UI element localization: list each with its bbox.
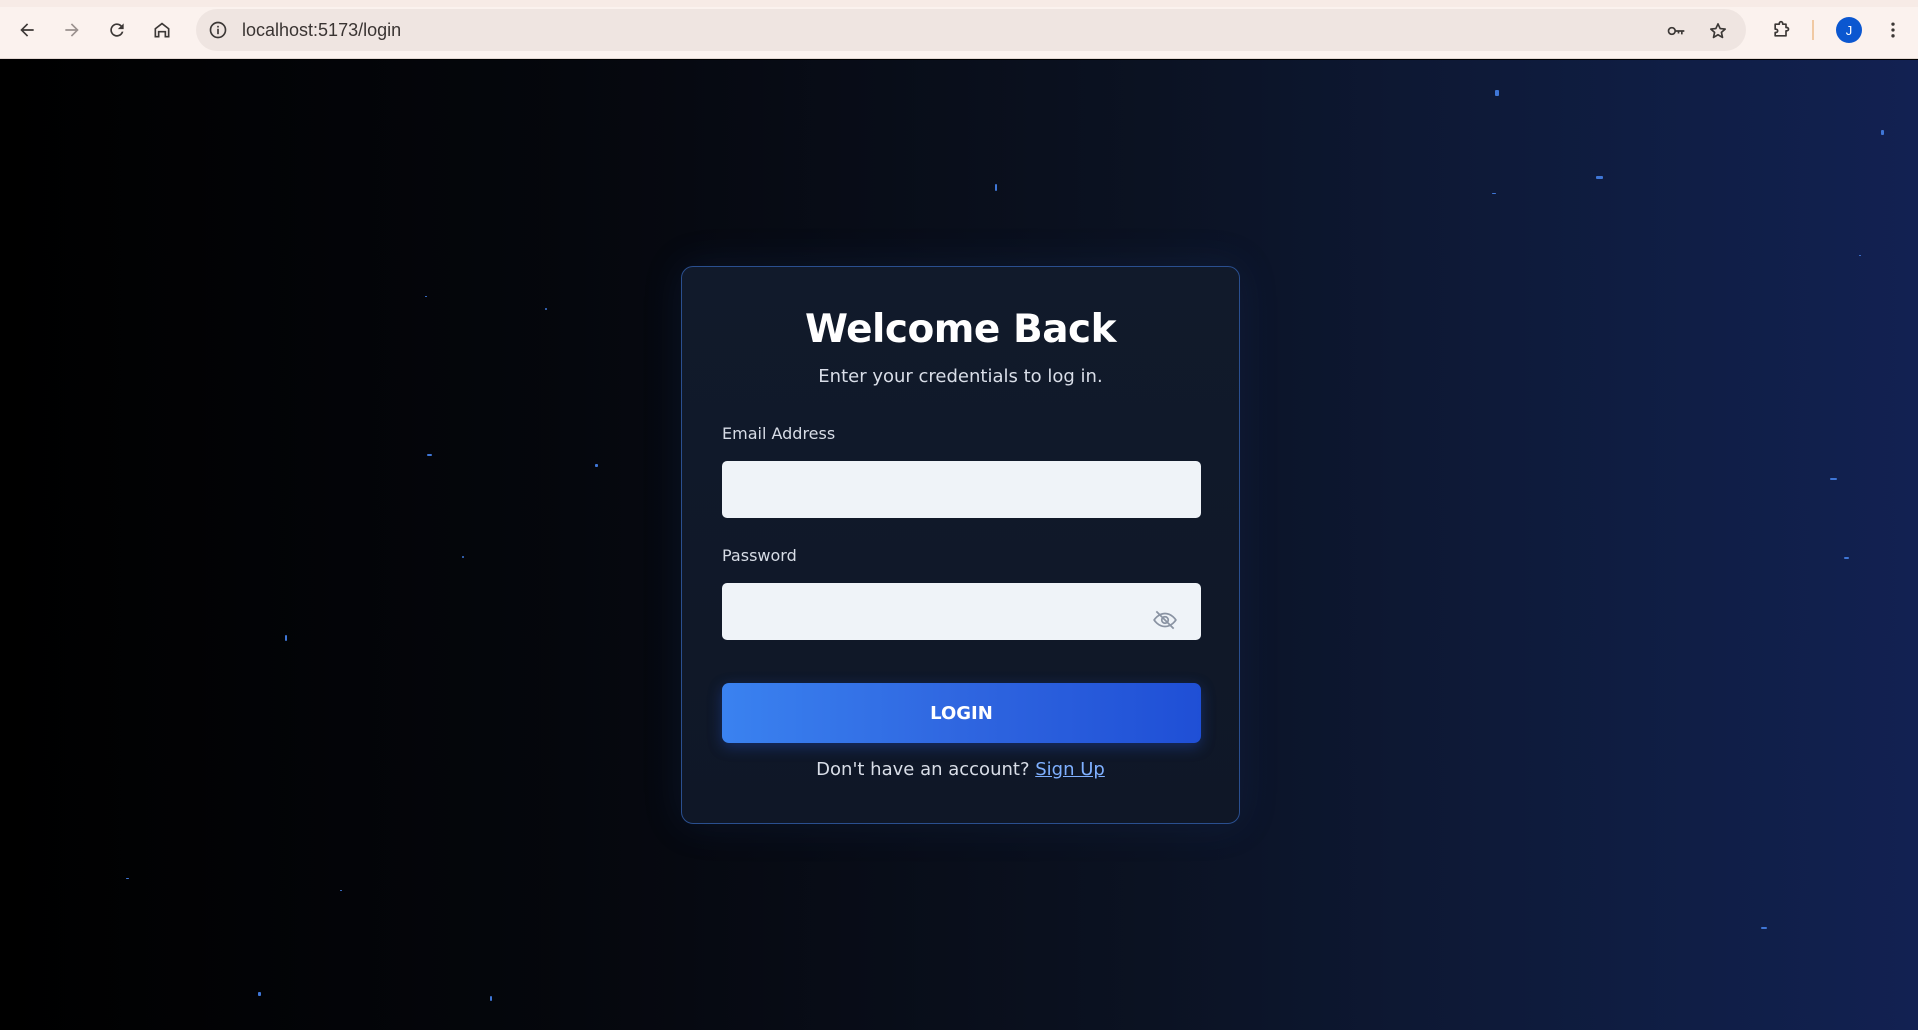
bookmark-button[interactable] — [1704, 17, 1732, 45]
background-star — [285, 635, 287, 641]
password-key-button[interactable] — [1662, 17, 1690, 45]
background-star — [490, 996, 492, 1001]
reload-button[interactable] — [101, 14, 133, 46]
background-star — [1844, 557, 1849, 559]
signup-prompt: Don't have an account? Sign Up — [682, 759, 1239, 780]
url-text[interactable]: localhost:5173/login — [242, 20, 401, 41]
forward-icon — [65, 23, 79, 37]
bookmark-star-icon — [1710, 23, 1726, 39]
eye-slash-icon — [1153, 610, 1177, 630]
background-star — [1596, 176, 1603, 179]
background-star — [595, 464, 598, 467]
menu-kebab-icon — [1891, 22, 1895, 38]
profile-avatar[interactable]: J — [1836, 17, 1862, 43]
toolbar-divider — [1812, 20, 1814, 40]
email-label: Email Address — [722, 424, 836, 443]
signup-link[interactable]: Sign Up — [1035, 759, 1105, 780]
reload-icon — [110, 23, 124, 37]
forward-button[interactable] — [56, 14, 88, 46]
browser-toolbar: localhost:5173/login J — [0, 0, 1918, 59]
address-bar[interactable]: localhost:5173/login — [196, 9, 1746, 51]
background-star — [995, 184, 997, 191]
browser-menu-button[interactable] — [1877, 14, 1909, 46]
extensions-button[interactable] — [1765, 14, 1797, 46]
extensions-icon — [1774, 20, 1790, 37]
back-icon — [20, 23, 34, 37]
background-star — [258, 992, 261, 996]
background-star — [462, 556, 464, 558]
login-card: Welcome Back Enter your credentials to l… — [681, 266, 1240, 824]
background-star — [340, 890, 342, 891]
home-icon — [154, 22, 170, 38]
toggle-password-visibility-button[interactable] — [1150, 605, 1180, 635]
background-star — [1495, 90, 1499, 96]
home-button[interactable] — [146, 14, 178, 46]
background-star — [126, 878, 129, 879]
back-button[interactable] — [11, 14, 43, 46]
password-field[interactable] — [722, 583, 1201, 640]
page-title: Welcome Back — [804, 307, 1117, 352]
login-page: Welcome Back Enter your credentials to l… — [0, 60, 1918, 1030]
email-field[interactable] — [722, 461, 1201, 518]
background-star — [1881, 130, 1884, 135]
password-key-icon — [1667, 26, 1685, 36]
tab-strip-edge — [0, 0, 1918, 7]
background-star — [1492, 193, 1496, 194]
site-info-icon — [209, 21, 227, 39]
background-star — [1830, 478, 1837, 480]
background-star — [545, 308, 547, 310]
background-star — [425, 296, 427, 297]
page-subtitle: Enter your credentials to log in. — [818, 366, 1103, 387]
background-star — [1761, 927, 1767, 929]
background-star — [427, 454, 432, 456]
site-info-button[interactable] — [204, 16, 232, 44]
login-button[interactable]: LOGIN — [722, 683, 1201, 743]
password-label: Password — [722, 546, 797, 565]
signup-prompt-text: Don't have an account? — [816, 759, 1030, 780]
background-star — [1859, 255, 1861, 256]
